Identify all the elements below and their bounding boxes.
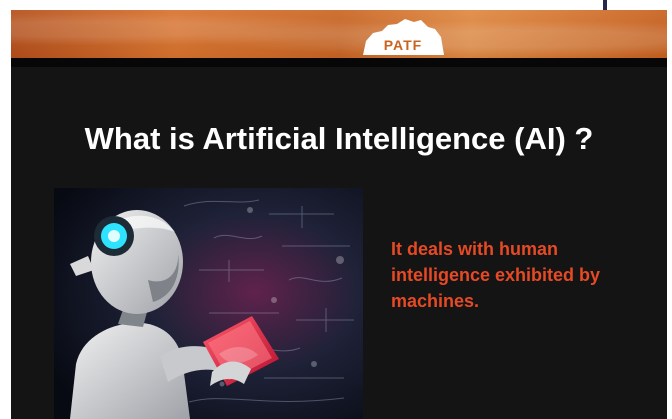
header-banner: PATF xyxy=(11,10,667,58)
screen-capture: PATF What is Artificial Intelligence (AI… xyxy=(0,0,672,419)
window-edge-marker xyxy=(603,0,607,10)
slide-title: What is Artificial Intelligence (AI) ? xyxy=(84,121,594,156)
definition-text: It deals with human intelligence exhibit… xyxy=(391,239,601,311)
brand-logo-text: PATF xyxy=(383,37,423,53)
presentation-slide: PATF What is Artificial Intelligence (AI… xyxy=(11,10,667,419)
header-divider xyxy=(11,58,667,67)
robot-reading-tablet-icon xyxy=(54,188,363,419)
banner-texture xyxy=(11,10,667,58)
